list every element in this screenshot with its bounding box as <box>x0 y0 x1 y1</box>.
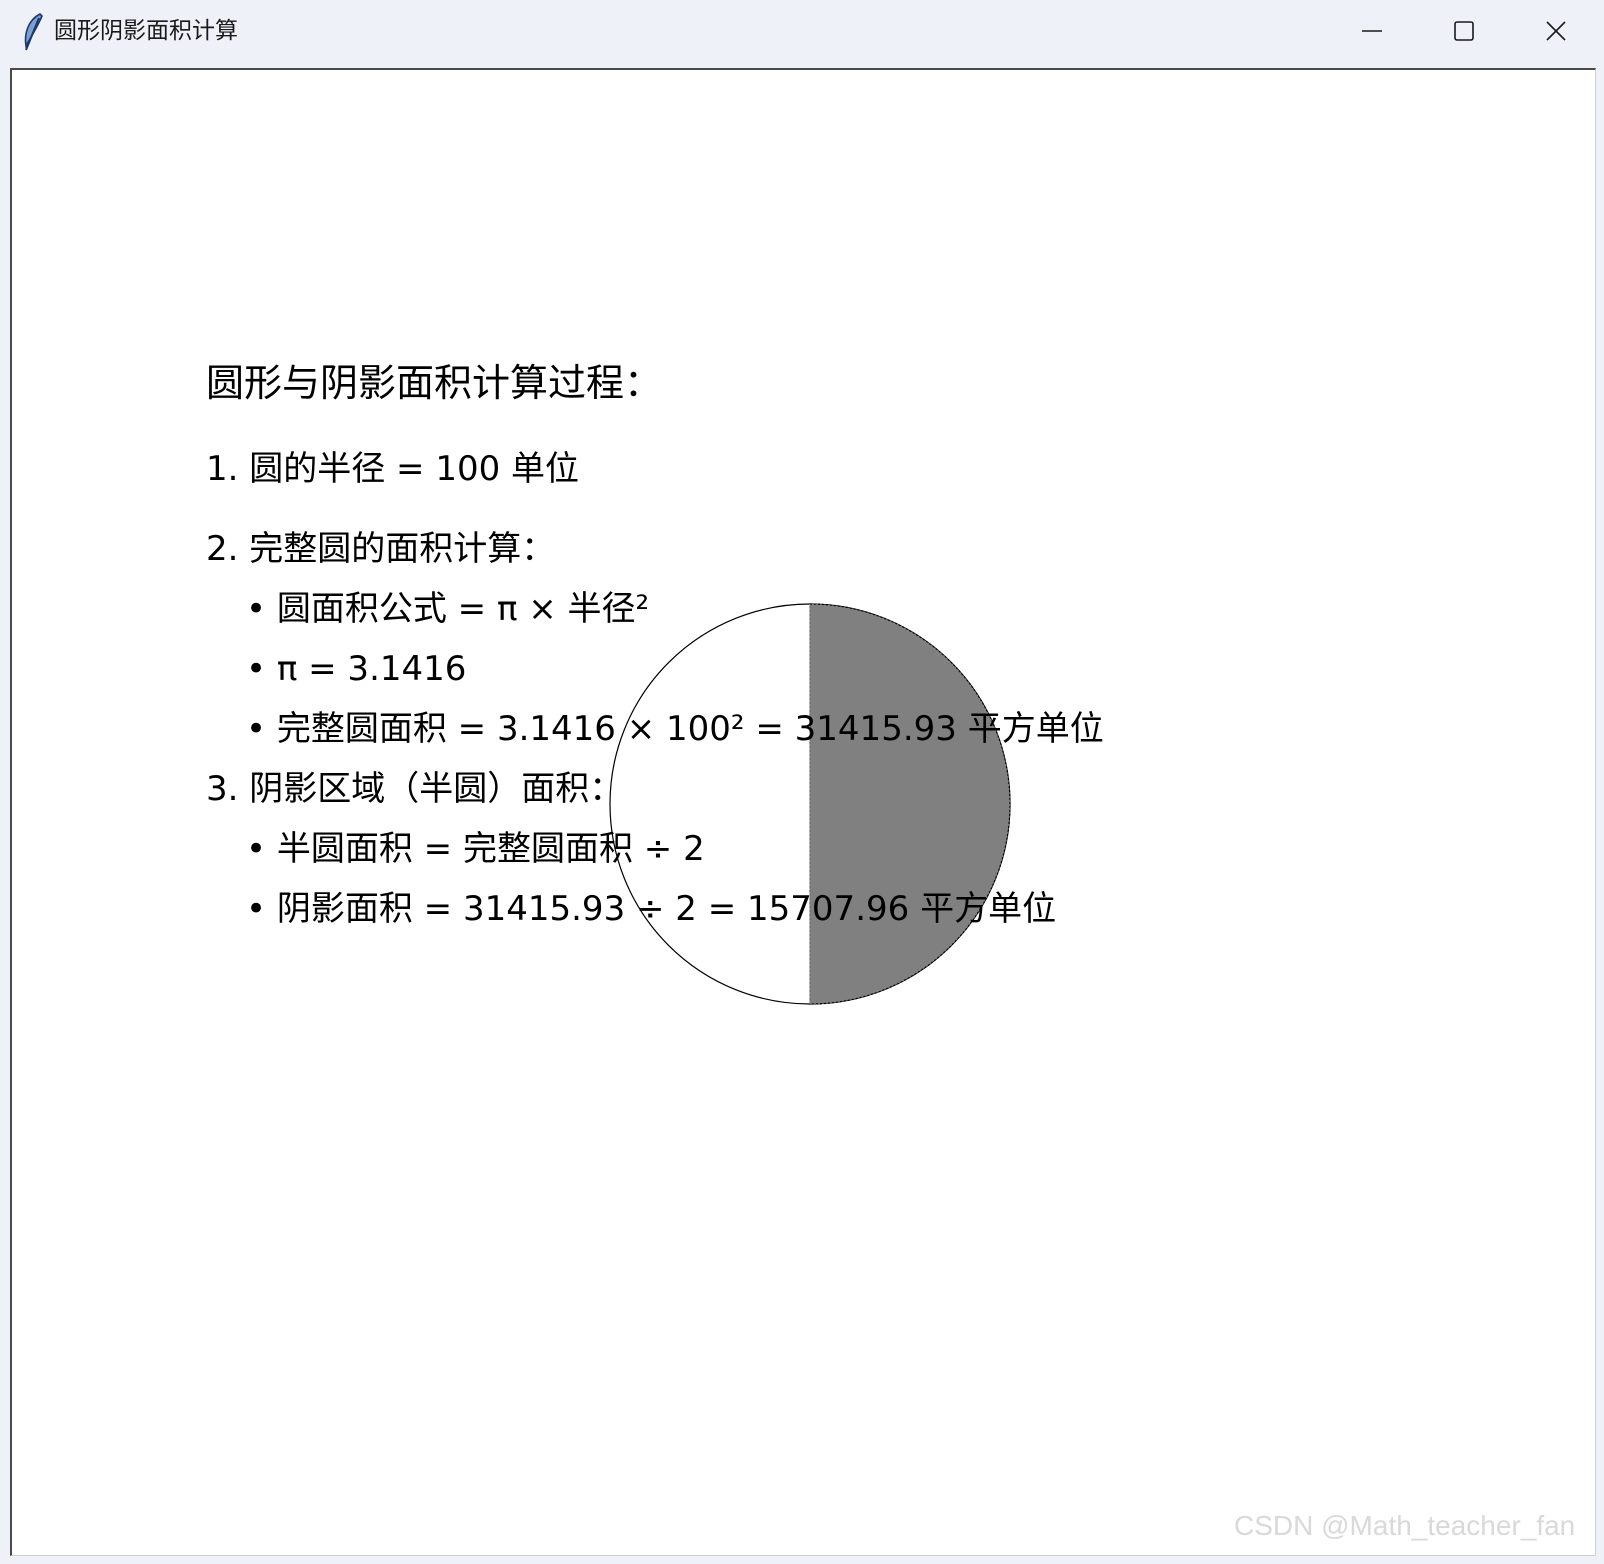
close-icon <box>1545 20 1567 42</box>
feather-icon <box>20 12 46 52</box>
title-bar[interactable]: 圆形阴影面积计算 <box>0 0 1604 66</box>
step3-heading: 3. 阴影区域（半圆）面积： <box>206 769 624 809</box>
close-button[interactable] <box>1510 0 1602 62</box>
watermark: CSDN @Math_teacher_fan <box>1234 1510 1576 1541</box>
step3-shaded-area: • 阴影面积 = 31415.93 ÷ 2 = 15707.96 平方单位 <box>246 889 1057 929</box>
window-title: 圆形阴影面积计算 <box>54 18 238 44</box>
shaded-half-circle <box>809 603 1011 1005</box>
app-window: 圆形阴影面积计算 圆形与阴影面积计算过程： 1. 圆的半径 = 100 单位 2… <box>0 0 1604 1564</box>
maximize-button[interactable] <box>1418 0 1510 62</box>
step3-formula: • 半圆面积 = 完整圆面积 ÷ 2 <box>246 829 705 869</box>
step2-circle-area: • 完整圆面积 = 3.1416 × 100² = 31415.93 平方单位 <box>246 709 1104 749</box>
page-heading: 圆形与阴影面积计算过程： <box>206 361 663 405</box>
minimize-button[interactable] <box>1326 0 1418 62</box>
step2-pi-value: • π = 3.1416 <box>246 649 467 689</box>
step2-formula: • 圆面积公式 = π × 半径² <box>246 589 650 629</box>
maximize-icon <box>1453 20 1475 42</box>
minimize-icon <box>1361 20 1383 42</box>
step1-radius: 1. 圆的半径 = 100 单位 <box>206 449 580 489</box>
circle-figure <box>609 603 1011 1005</box>
drawing-canvas[interactable]: 圆形与阴影面积计算过程： 1. 圆的半径 = 100 单位 2. 完整圆的面积计… <box>10 68 1596 1556</box>
step2-heading: 2. 完整圆的面积计算： <box>206 529 556 569</box>
